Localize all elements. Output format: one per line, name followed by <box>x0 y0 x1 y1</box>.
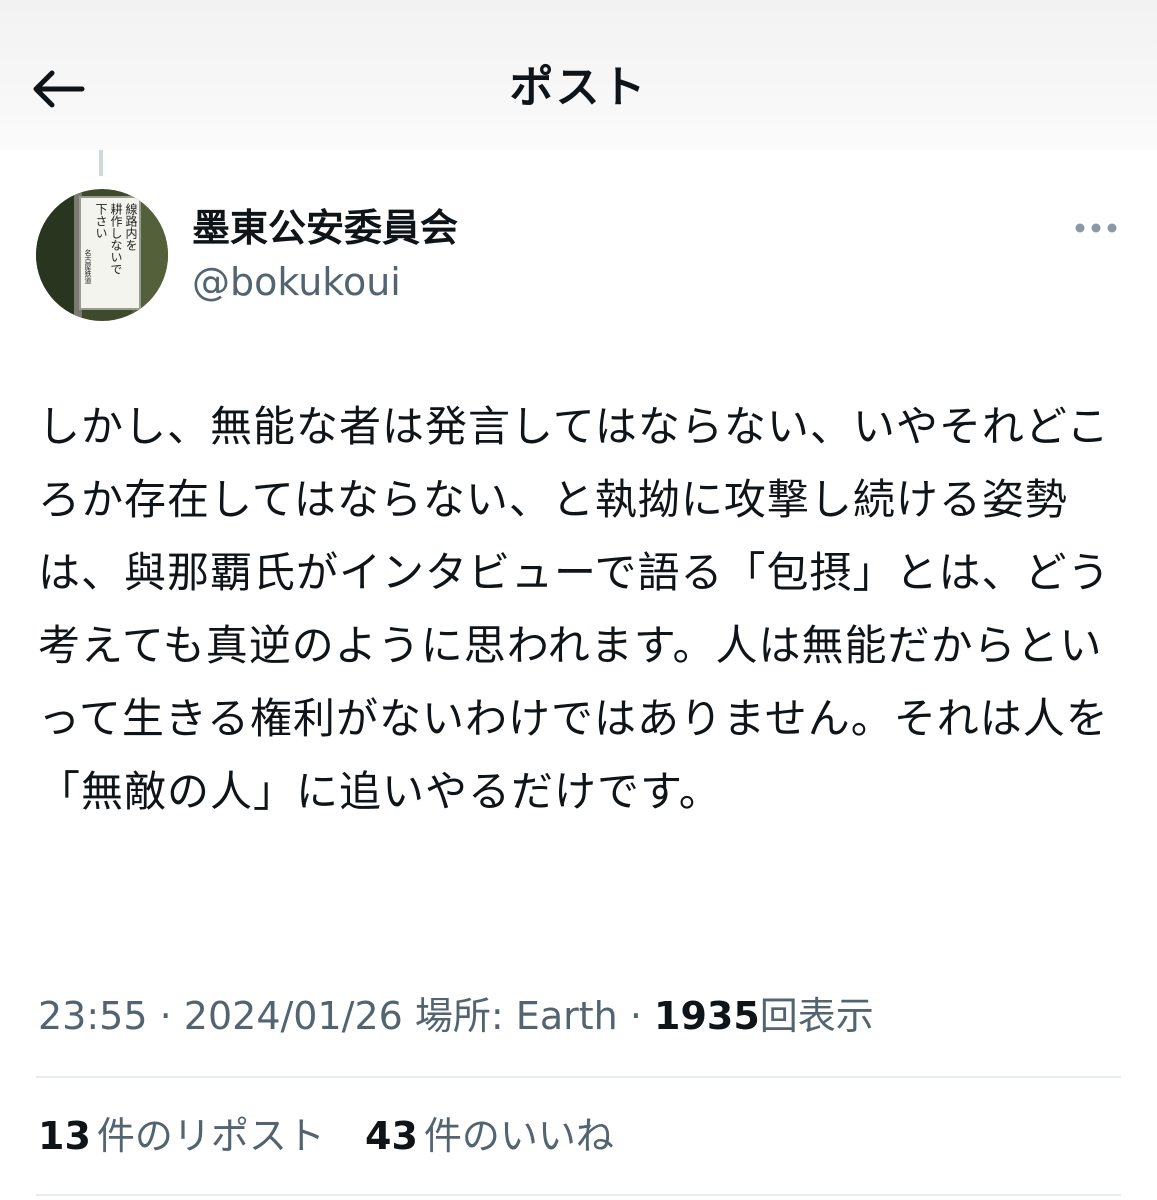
post-time[interactable]: 23:55 <box>38 994 148 1038</box>
thread-connector-line <box>99 150 103 176</box>
divider <box>36 1194 1121 1196</box>
avatar-sign-line-2: 耕作しないで <box>109 202 123 275</box>
more-options-button[interactable] <box>1068 206 1124 250</box>
author-name[interactable]: 墨東公安委員会 <box>192 200 458 256</box>
post-location: 場所: Earth <box>414 994 618 1038</box>
reposts-label: 件のリポスト <box>96 1114 325 1158</box>
avatar-sign-line-1: 線路内を <box>124 202 138 251</box>
post-text: しかし、無能な者は発言してはならない、いやそれどころか存在してはならない、と執拗… <box>38 402 1111 816</box>
meta-separator: · <box>159 994 172 1038</box>
engagement-stats: 13 件のリポスト 43 件のいいね <box>38 1108 642 1164</box>
likes-label: 件のいいね <box>423 1114 614 1158</box>
author-handle[interactable]: @bokukoui <box>192 254 401 310</box>
likes-count: 43 <box>365 1114 418 1158</box>
ellipsis-icon <box>1075 223 1117 233</box>
top-bar: ポスト <box>0 0 1157 150</box>
avatar-sign-line-3: 下さい <box>94 203 108 239</box>
divider <box>36 1076 1121 1078</box>
avatar-sign-footer: 名古屋鉄道 <box>84 248 92 285</box>
post-meta: 23:55 · 2024/01/26 場所: Earth · 1935回表示 <box>38 988 874 1044</box>
meta-separator: · <box>629 994 642 1038</box>
page-title: ポスト <box>509 62 648 113</box>
views-count: 1935 <box>654 994 760 1038</box>
avatar[interactable]: 線路内を 耕作しないで 下さい 名古屋鉄道 <box>36 189 168 321</box>
post-date[interactable]: 2024/01/26 <box>184 994 403 1038</box>
likes-stat[interactable]: 43 件のいいね <box>365 1108 614 1164</box>
views-label: 回表示 <box>759 994 874 1038</box>
reposts-stat[interactable]: 13 件のリポスト <box>38 1108 325 1164</box>
reposts-count: 13 <box>38 1114 91 1158</box>
